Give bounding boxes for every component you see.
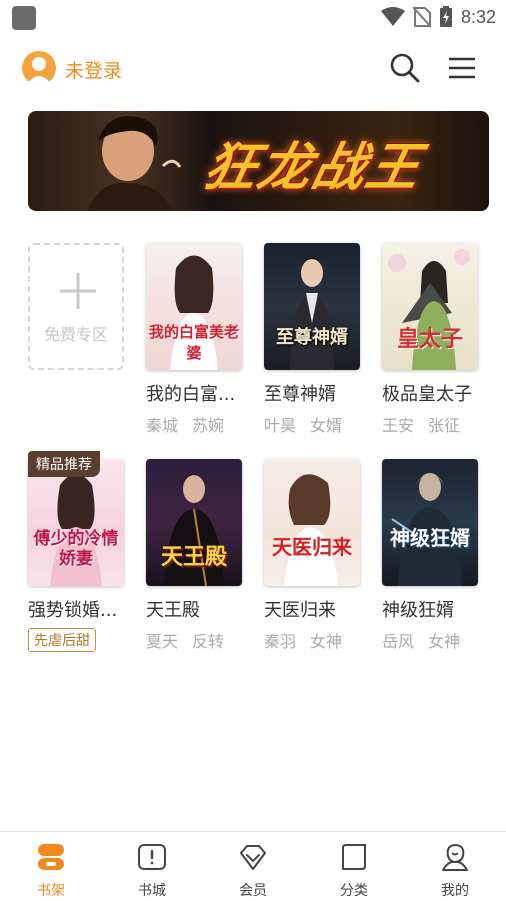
book-cover[interactable]: 至尊神婿 (264, 243, 360, 370)
book-tag: 苏婉 (192, 416, 225, 435)
book-tag: 夏天 (146, 632, 179, 651)
book-card[interactable]: 天王殿 天王殿 夏天 反转 (146, 459, 242, 652)
book-tag: 女婿 (310, 416, 343, 435)
book-card[interactable]: 我的白富美老婆 我的白富... 秦城 苏婉 (146, 243, 242, 436)
book-tags: 夏天 反转 (146, 628, 242, 652)
book-cover[interactable]: 天王殿 (146, 459, 242, 586)
cover-title: 皇太子 (396, 326, 463, 352)
cover-title: 我的白富美老婆 (148, 323, 239, 362)
cover-title: 天王殿 (160, 544, 227, 570)
nav-label: 书架 (37, 883, 65, 899)
book-card[interactable]: 天医归来 天医归来 秦羽 女神 (264, 459, 360, 652)
book-tags: 叶昊 女婿 (264, 412, 360, 436)
search-icon[interactable] (388, 51, 422, 85)
cover-title: 神级狂婿 (390, 526, 470, 550)
book-cover[interactable]: 皇太子 (382, 243, 478, 370)
book-title[interactable]: 天医归来 (264, 596, 364, 622)
cover-illustration (290, 258, 334, 370)
book-cover[interactable]: 神级狂婿 (382, 459, 478, 586)
nav-label: 我的 (441, 883, 469, 899)
login-status-text[interactable]: 未登录 (65, 56, 122, 83)
banner-character-image (88, 116, 182, 211)
menu-icon[interactable] (444, 51, 478, 85)
nav-tab-bookshelf[interactable]: 书架 (1, 842, 101, 899)
nav-label: 会员 (239, 883, 267, 899)
book-cover[interactable]: 傅少的冷情娇妻 (28, 459, 124, 586)
battery-charging-icon (439, 6, 452, 27)
premium-recommend-badge: 精品推荐 (28, 451, 100, 477)
bookshelf-icon (38, 844, 64, 870)
wifi-icon (380, 7, 405, 26)
genre-tag: 先虐后甜 (28, 628, 96, 652)
nav-tab-profile[interactable]: 我的 (405, 842, 505, 899)
book-card[interactable]: 精品推荐 傅少的冷情娇妻 强势锁婚... 先虐后甜 (28, 451, 124, 652)
cover-title: 至尊神婿 (276, 327, 348, 348)
cover-illustration (284, 474, 338, 586)
promo-banner[interactable]: 狂龙战王 (28, 111, 489, 211)
nav-tab-vip[interactable]: 会员 (203, 842, 303, 899)
book-title[interactable]: 我的白富... (146, 380, 246, 406)
book-cover[interactable]: 我的白富美老婆 (146, 243, 242, 370)
category-icon (342, 844, 366, 870)
book-tag: 秦城 (146, 416, 179, 435)
plus-icon (60, 273, 96, 309)
book-tag: 女神 (428, 632, 461, 651)
profile-icon (442, 843, 468, 871)
avatar[interactable] (22, 51, 56, 85)
nav-label: 书城 (138, 883, 166, 899)
cover-illustration (391, 473, 462, 586)
free-zone-label: 免费专区 (43, 325, 108, 344)
banner-title: 狂龙战王 (198, 137, 428, 198)
book-title[interactable]: 至尊神婿 (264, 380, 364, 406)
cover-title: 天医归来 (272, 535, 352, 559)
book-tag: 秦羽 (264, 632, 297, 651)
free-zone-card[interactable]: 免费专区 (28, 243, 124, 370)
cover-title: 傅少的冷情娇妻 (33, 529, 119, 569)
book-cover[interactable]: 天医归来 (264, 459, 360, 586)
nav-tab-category[interactable]: 分类 (304, 842, 404, 899)
book-tags: 秦城 苏婉 (146, 412, 242, 436)
book-title[interactable]: 极品皇太子 (382, 380, 482, 406)
book-tag: 叶昊 (264, 416, 297, 435)
no-sim-icon (412, 6, 431, 28)
clock: 8:32 (460, 6, 496, 27)
top-header: 未登录 (0, 46, 506, 92)
nav-label: 分类 (340, 883, 368, 899)
book-tag: 女神 (310, 632, 343, 651)
book-tag: 反转 (192, 632, 225, 651)
book-tags: 岳风 女神 (382, 628, 478, 652)
user-avatar-icon (26, 57, 52, 85)
book-tags: 秦羽 女神 (264, 628, 360, 652)
app-notification-icon (12, 6, 36, 30)
nav-tab-bookstore[interactable]: 书城 (102, 842, 202, 899)
book-card[interactable]: 至尊神婿 至尊神婿 叶昊 女婿 (264, 243, 360, 436)
status-bar: 8:32 (0, 0, 506, 34)
book-tags: 王安 张征 (382, 412, 478, 436)
book-title[interactable]: 天王殿 (146, 596, 246, 622)
book-tag: 岳风 (382, 632, 415, 651)
bottom-navigation: 书架 书城 会员 分类 我的 (0, 831, 506, 901)
book-title[interactable]: 神级狂婿 (382, 596, 482, 622)
book-card[interactable]: 神级狂婿 神级狂婿 岳风 女神 (382, 459, 478, 652)
book-card[interactable]: 皇太子 极品皇太子 王安 张征 (382, 243, 478, 436)
book-title[interactable]: 强势锁婚... (28, 596, 128, 622)
book-tag: 王安 (382, 416, 415, 435)
bookstore-icon (138, 844, 166, 870)
vip-diamond-icon (240, 845, 266, 870)
book-tag: 张征 (428, 416, 461, 435)
